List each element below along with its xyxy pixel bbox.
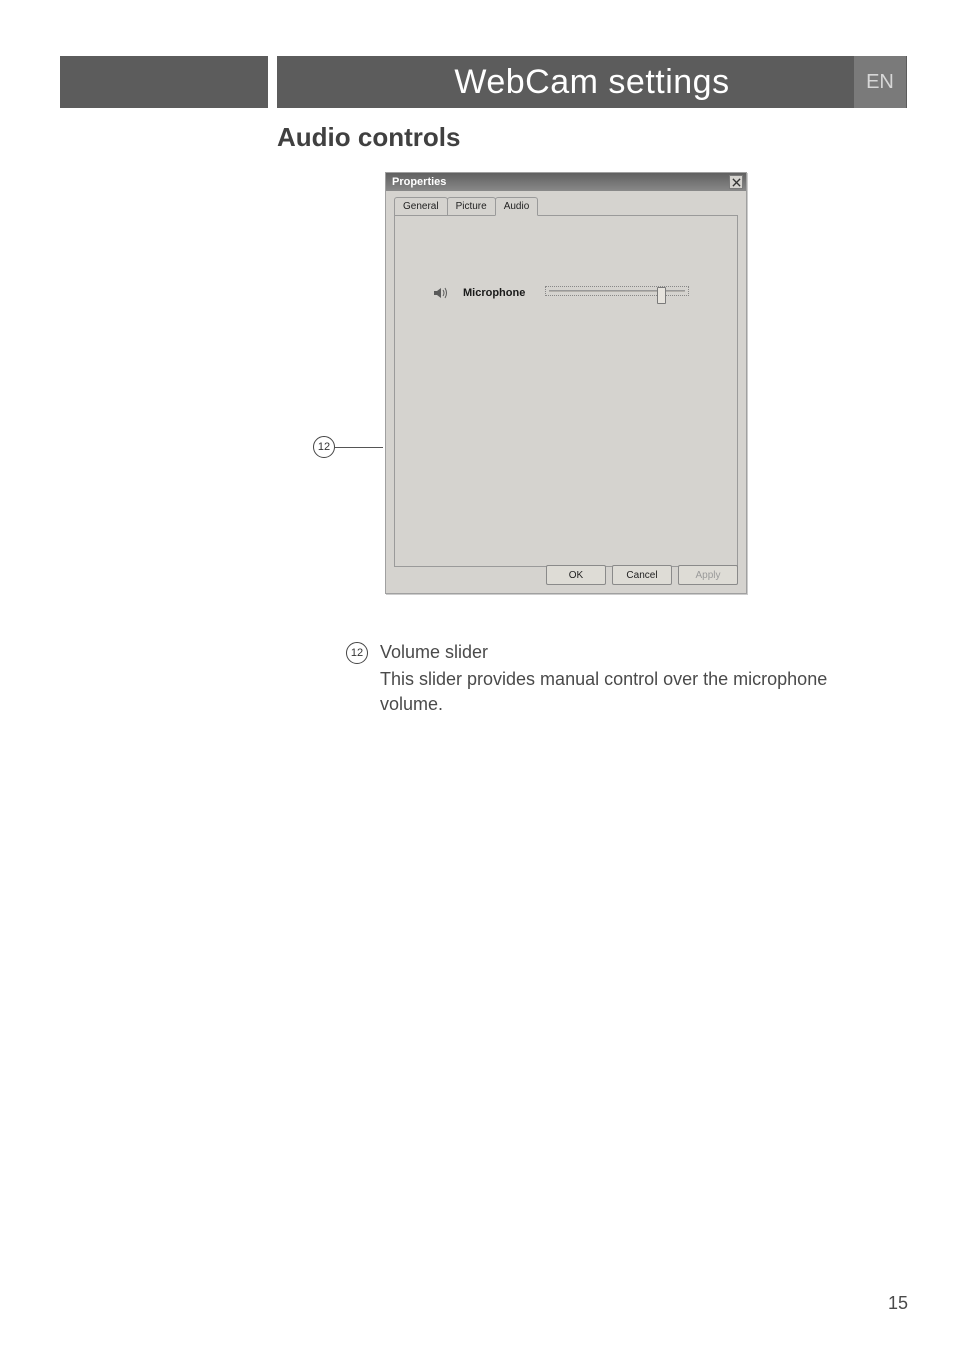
audio-tab-panel: Microphone <box>394 215 738 567</box>
callout-marker: 12 <box>313 436 335 458</box>
dialog-title: Properties <box>392 176 446 188</box>
cancel-button[interactable]: Cancel <box>612 565 672 585</box>
microphone-row: Microphone <box>433 284 689 302</box>
dialog-titlebar: Properties <box>386 173 746 191</box>
microphone-label: Microphone <box>463 287 525 299</box>
section-title: Audio controls <box>277 122 857 153</box>
header-band: WebCam settings EN <box>60 56 906 108</box>
speaker-icon <box>433 286 449 300</box>
description-number: 12 <box>346 642 368 664</box>
apply-button[interactable]: Apply <box>678 565 738 585</box>
header-title-block: WebCam settings <box>277 56 907 108</box>
tab-picture[interactable]: Picture <box>447 197 496 215</box>
microphone-volume-slider[interactable] <box>545 284 689 302</box>
header-spacer <box>60 56 268 108</box>
description-text: This slider provides manual control over… <box>380 669 827 714</box>
tab-audio[interactable]: Audio <box>495 197 539 216</box>
tab-general[interactable]: General <box>394 197 448 215</box>
dialog-tabstrip: General Picture Audio <box>386 191 746 215</box>
callout-leader-line <box>335 447 383 448</box>
properties-dialog: Properties General Picture Audio <box>385 172 747 594</box>
description-block: 12 Volume slider This slider provides ma… <box>346 640 856 718</box>
slider-thumb[interactable] <box>657 287 666 304</box>
close-icon <box>732 178 741 187</box>
dialog-button-row: OK Cancel Apply <box>546 565 738 585</box>
page-title: WebCam settings <box>454 63 729 102</box>
language-badge: EN <box>854 56 906 108</box>
ok-button[interactable]: OK <box>546 565 606 585</box>
callout-number: 12 <box>313 436 335 458</box>
close-button[interactable] <box>729 175 743 189</box>
description-body: Volume slider This slider provides manua… <box>380 640 856 718</box>
page-number: 15 <box>888 1293 908 1314</box>
description-term: Volume slider <box>380 640 856 665</box>
